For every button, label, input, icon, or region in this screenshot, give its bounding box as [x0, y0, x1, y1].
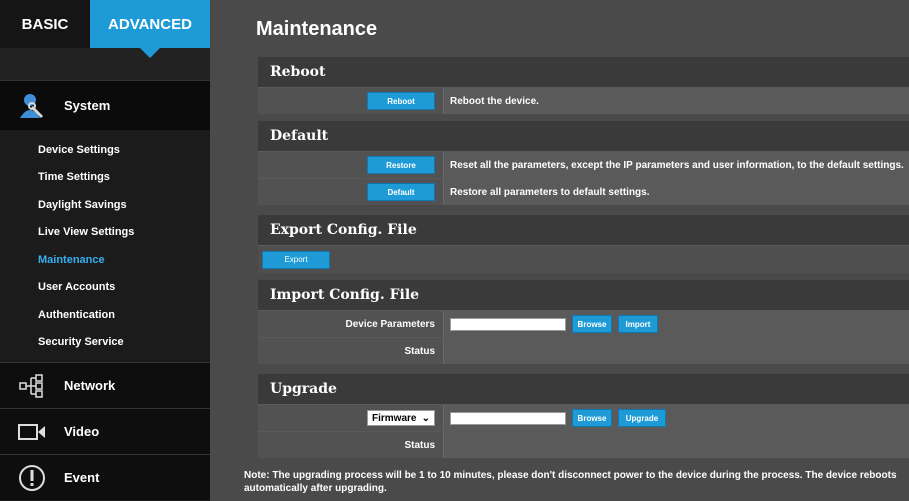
sidebar-spacer — [0, 48, 210, 80]
import-button[interactable]: Import — [618, 315, 658, 333]
sidebar-item-live-view-settings[interactable]: Live View Settings — [0, 219, 210, 247]
import-controls: Browse Import — [443, 311, 909, 337]
default-row: Default Restore all parameters to defaul… — [258, 178, 909, 205]
reboot-section: Reboot Reboot Reboot the device. — [258, 57, 909, 114]
default-heading: Default — [258, 121, 909, 151]
video-camera-icon — [0, 423, 64, 441]
upgrade-type-select[interactable]: Firmware ⌄ — [367, 410, 435, 426]
import-status-value — [443, 338, 909, 364]
export-row: Export — [258, 245, 909, 273]
sidebar-item-authentication[interactable]: Authentication — [0, 301, 210, 329]
import-status-row: Status — [258, 337, 909, 364]
mode-tabs: BASIC ADVANCED — [0, 0, 210, 58]
sidebar-item-time-settings[interactable]: Time Settings — [0, 164, 210, 192]
sidebar-item-user-accounts[interactable]: User Accounts — [0, 274, 210, 302]
reboot-heading: Reboot — [258, 57, 909, 87]
sidebar-section-system[interactable]: System — [0, 80, 222, 131]
sidebar-section-video[interactable]: Video — [0, 408, 210, 454]
reboot-row: Reboot Reboot the device. — [258, 87, 909, 114]
upgrade-type-value: Firmware — [372, 412, 417, 424]
restore-button[interactable]: Restore — [367, 156, 435, 174]
sidebar-section-label: System — [64, 98, 111, 113]
alert-icon — [0, 464, 64, 492]
import-file-input[interactable] — [450, 317, 566, 331]
sidebar-section-label: Network — [64, 378, 116, 393]
reboot-description: Reboot the device. — [443, 88, 909, 114]
sidebar-item-device-settings[interactable]: Device Settings — [0, 136, 210, 164]
default-section: Default Restore Reset all the parameters… — [258, 121, 909, 205]
restore-row: Restore Reset all the parameters, except… — [258, 151, 909, 178]
system-wrench-icon — [0, 92, 64, 120]
upgrade-file-input[interactable] — [450, 411, 566, 425]
import-heading: Import Config. File — [258, 280, 909, 310]
upgrade-section: Upgrade Firmware ⌄ Browse Upgrade Status — [258, 374, 909, 458]
tab-basic[interactable]: BASIC — [0, 0, 90, 48]
sidebar-section-label: Event — [64, 470, 100, 485]
upgrade-controls: Browse Upgrade — [443, 405, 909, 431]
sidebar-item-daylight-savings[interactable]: Daylight Savings — [0, 191, 210, 219]
default-button-cell: Default — [258, 179, 443, 205]
sidebar-item-security-service[interactable]: Security Service — [0, 329, 210, 357]
import-browse-button[interactable]: Browse — [572, 315, 612, 333]
default-button[interactable]: Default — [367, 183, 435, 201]
upgrade-status-row: Status — [258, 431, 909, 458]
sidebar-section-network[interactable]: Network — [0, 362, 210, 408]
upgrade-browse-button[interactable]: Browse — [572, 409, 612, 427]
export-section: Export Config. File Export — [258, 215, 909, 273]
import-row: Device Parameters Browse Import — [258, 310, 909, 337]
sidebar-section-label: Video — [64, 424, 100, 439]
import-section: Import Config. File Device Parameters Br… — [258, 280, 909, 364]
network-icon — [0, 373, 64, 398]
sidebar-section-event[interactable]: Event — [0, 454, 210, 500]
upgrade-status-label: Status — [258, 432, 443, 458]
upgrade-heading: Upgrade — [258, 374, 909, 404]
reboot-button[interactable]: Reboot — [367, 92, 435, 110]
sidebar-item-maintenance[interactable]: Maintenance — [0, 246, 210, 274]
default-description: Restore all parameters to default settin… — [443, 179, 909, 205]
restore-button-cell: Restore — [258, 152, 443, 178]
page-title: Maintenance — [256, 18, 378, 40]
export-heading: Export Config. File — [258, 215, 909, 245]
upgrade-button[interactable]: Upgrade — [618, 409, 666, 427]
restore-description: Reset all the parameters, except the IP … — [443, 152, 909, 178]
main-content: Maintenance Reboot Reboot Reboot the dev… — [210, 0, 909, 501]
chevron-down-icon: ⌄ — [421, 412, 430, 424]
export-button[interactable]: Export — [262, 250, 330, 269]
reboot-button-cell: Reboot — [258, 88, 443, 114]
device-parameters-label: Device Parameters — [258, 311, 443, 337]
import-status-label: Status — [258, 338, 443, 364]
system-submenu: Device Settings Time Settings Daylight S… — [0, 130, 210, 362]
sidebar: BASIC ADVANCED System Device Settings Ti… — [0, 0, 222, 501]
tab-advanced[interactable]: ADVANCED — [90, 0, 210, 58]
upgrade-note: Note: The upgrading process will be 1 to… — [244, 470, 897, 494]
upgrade-type-cell: Firmware ⌄ — [258, 405, 443, 431]
upgrade-status-value — [443, 432, 909, 458]
upgrade-row: Firmware ⌄ Browse Upgrade — [258, 404, 909, 431]
